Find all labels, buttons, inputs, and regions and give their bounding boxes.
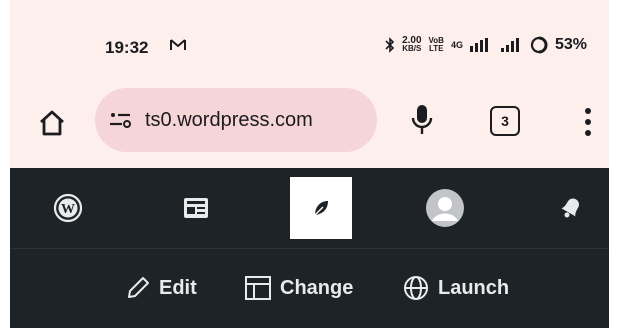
reader-icon — [184, 198, 208, 218]
avatar-icon — [426, 189, 464, 227]
my-site-button[interactable] — [290, 177, 352, 239]
svg-text:W: W — [61, 202, 75, 217]
status-time: 19:32 — [105, 38, 149, 57]
more-menu-button[interactable] — [578, 104, 598, 140]
more-vert-icon — [585, 108, 591, 136]
launch-button[interactable]: Launch — [402, 272, 509, 304]
reader-button[interactable] — [176, 188, 216, 228]
battery-percent: 53% — [554, 36, 587, 53]
mic-icon — [411, 105, 433, 134]
network-type: 4G — [450, 40, 463, 50]
layout-icon — [245, 276, 271, 300]
volte-indicator: VoB LTE — [428, 36, 444, 53]
edit-label: Edit — [159, 276, 197, 299]
bluetooth-icon — [385, 37, 395, 53]
change-button[interactable]: Change — [244, 272, 353, 304]
signal-icon — [469, 38, 488, 52]
profile-button[interactable] — [425, 188, 465, 228]
wordpress-logo-button[interactable]: W — [48, 188, 88, 228]
net-speed: 2.00 KB/S — [402, 35, 422, 53]
pencil-icon — [128, 277, 149, 298]
home-icon — [40, 110, 64, 136]
url-text: ts0.wordpress.com — [145, 108, 313, 131]
bell-icon — [561, 198, 579, 218]
mail-icon — [170, 38, 186, 57]
globe-icon — [404, 276, 428, 300]
edit-button[interactable]: Edit — [125, 272, 197, 304]
home-button[interactable] — [32, 103, 72, 143]
tab-switcher-button[interactable]: 3 — [490, 106, 520, 136]
battery-ring-icon — [530, 36, 548, 54]
launch-label: Launch — [438, 276, 510, 299]
change-label: Change — [280, 276, 354, 299]
notifications-button[interactable] — [551, 188, 591, 228]
signal-icon-2 — [500, 38, 519, 52]
address-bar[interactable]: ts0.wordpress.com — [95, 88, 377, 152]
voice-search-button[interactable] — [405, 100, 439, 140]
wordpress-icon: W — [53, 193, 83, 223]
status-icons: 2.00 KB/S VoB LTE 4G 53% — [385, 36, 587, 54]
leaf-icon — [314, 201, 328, 216]
admin-bar-divider — [10, 248, 609, 249]
site-settings-icon[interactable] — [107, 106, 135, 134]
